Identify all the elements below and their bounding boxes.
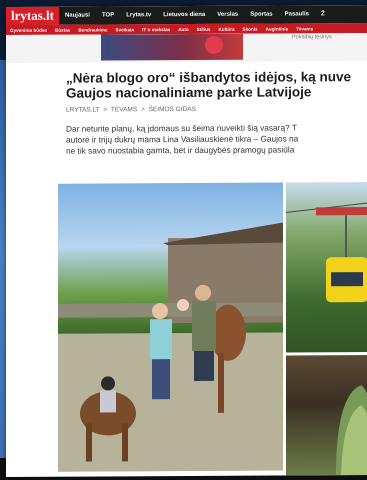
subnav-item-it-ir-mokslas[interactable]: IT ir mokslas [138,27,174,32]
browser-page: lrytas.lt Naujausi TOP Lrytas.tv Lietuvo… [6,5,367,477]
nav-item-verslas[interactable]: Verslas [211,12,244,18]
photo-illustration [286,201,367,303]
breadcrumb: LRYTAS.LT > TĖVAMS > ŠEIMOS GIDAS [66,105,367,114]
subnav-item-skonis[interactable]: Skonis [239,26,262,31]
photo-cable-car[interactable] [286,182,367,353]
main-photo-family-with-ponies[interactable] [58,182,283,472]
subnav-item-bendraukime[interactable]: Bendraukime [74,27,111,32]
breadcrumb-separator: > [103,106,108,114]
lead-line-3: ne tik savo nuostabia gamta, bet ir daug… [66,144,295,157]
nav-item-top[interactable]: TOP [96,12,120,18]
article-title: „Nėra blogo oro“ išbandytos idėjos, ką n… [66,69,366,101]
nav-item-more[interactable]: Ž [315,11,331,17]
photo-cave-entrance[interactable] [286,355,367,476]
photo-illustration [58,222,283,472]
subnav-item-kultura[interactable]: Kultūra [214,26,238,31]
site-logo[interactable]: lrytas.lt [6,6,59,25]
breadcrumb-site[interactable]: LRYTAS.LT [66,106,100,113]
nav-item-sportas[interactable]: Sportas [244,12,278,18]
nav-item-pasaulis[interactable]: Pasaulis [279,11,315,17]
photo-illustration [336,385,367,476]
subnav-item-auto[interactable]: Auto [174,26,192,32]
breadcrumb-seimos-gidas[interactable]: ŠEIMOS GIDAS [149,106,196,113]
top-navigation: lrytas.lt Naujausi TOP Lrytas.tv Lietuvo… [6,5,367,25]
breadcrumb-separator: > [140,106,145,114]
nav-item-naujausi[interactable]: Naujausi [59,12,96,19]
strip-note: Pokalbių tęsinys [292,34,332,41]
nav-item-lietuvos-diena[interactable]: Lietuvos diena [157,12,211,18]
article-lead: Dar neturite planų, ką įdomaus su šeima … [66,122,367,157]
nav-item-lrytas-tv[interactable]: Lrytas.tv [120,12,157,18]
subnav-item-sveikata[interactable]: Sveikata [111,27,138,32]
article-title-line-2: Gaujos nacionaliniame parke Latvijoje [66,84,312,101]
banner-image[interactable] [101,33,243,61]
subnav-item-augintinis[interactable]: Augintinis [262,26,292,31]
breadcrumb-tevams[interactable]: TĖVAMS [111,106,137,113]
ad-strip: Pokalbių tęsinys [6,33,367,63]
subnav-item-gyvenimo-budas[interactable]: Gyvenimo būdas [6,27,51,32]
subnav-item-tevams[interactable]: Tėvams [292,26,317,31]
article-title-line-1: „Nėra blogo oro“ išbandytos idėjos, ką n… [66,69,352,86]
subnav-item-bustas[interactable]: Būstas [51,27,74,32]
subnav-item-stilius[interactable]: Stilius [193,26,215,31]
